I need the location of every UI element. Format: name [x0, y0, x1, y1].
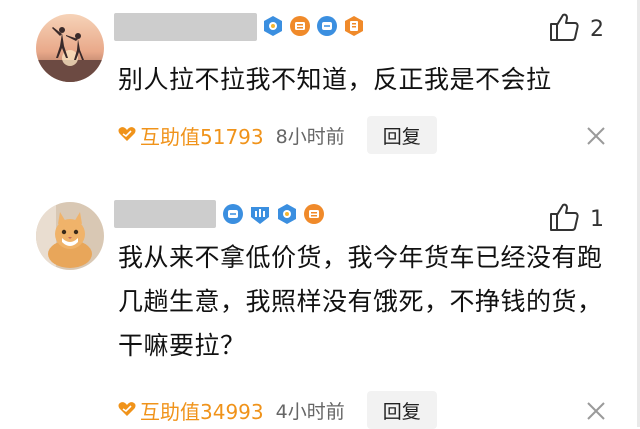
comment-screen: { "comments": [ { "username": "", "likes…: [0, 0, 640, 429]
heart-icon: [118, 398, 136, 422]
avatar[interactable]: [36, 14, 104, 82]
reply-button[interactable]: 回复: [366, 391, 437, 429]
close-icon[interactable]: [584, 399, 608, 423]
comment-item: 1 我从来不拿低价货，我今年货车已经没有跑几趟生意，我照样没有饿死，不挣钱的货，…: [0, 190, 640, 429]
level-badge-icon: [289, 15, 311, 37]
like-count: 1: [590, 206, 604, 232]
reply-button[interactable]: 回复: [366, 116, 437, 154]
level-badge-icon: [303, 203, 325, 225]
like-button[interactable]: 1: [548, 202, 604, 236]
help-value: 互助值51793: [118, 121, 264, 150]
close-icon[interactable]: [584, 124, 608, 148]
level-badge-icon: [276, 203, 298, 225]
comment-text: 我从来不拿低价货，我今年货车已经没有跑几趟生意，我照样没有饿死，不挣钱的货，干嘛…: [118, 243, 603, 360]
comment-item: 2 别人拉不拉我不知道，反正我是不会拉 互助值51793 8小时前 回复: [0, 0, 640, 190]
timestamp: 8小时前: [275, 125, 345, 148]
timestamp: 4小时前: [275, 400, 345, 423]
comment-meta: 互助值34993 4小时前 回复: [118, 391, 437, 429]
comment-meta: 互助值51793 8小时前 回复: [118, 116, 437, 154]
user-badges: [222, 203, 325, 225]
avatar[interactable]: [36, 202, 104, 270]
username-blurred[interactable]: [114, 200, 216, 228]
level-badge-icon: [262, 15, 284, 37]
level-badge-icon: [316, 15, 338, 37]
like-button[interactable]: 2: [548, 12, 604, 46]
user-badges: [262, 15, 365, 37]
level-badge-icon: [249, 203, 271, 225]
help-value-text: 互助值51793: [140, 124, 264, 149]
thumb-up-icon: [548, 12, 580, 46]
level-badge-icon: [222, 203, 244, 225]
heart-icon: [118, 123, 136, 147]
help-value: 互助值34993: [118, 396, 264, 425]
like-count: 2: [590, 16, 604, 42]
comment-text: 别人拉不拉我不知道，反正我是不会拉: [118, 65, 552, 94]
username-blurred[interactable]: [114, 13, 257, 41]
thumb-up-icon: [548, 202, 580, 236]
level-badge-icon: [343, 15, 365, 37]
help-value-text: 互助值34993: [140, 399, 264, 424]
